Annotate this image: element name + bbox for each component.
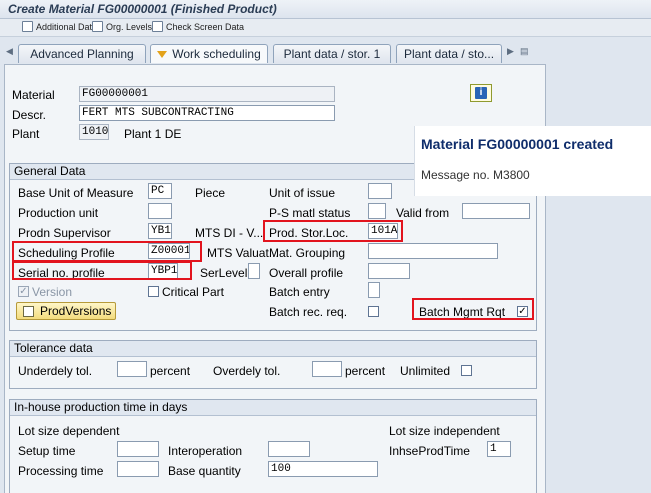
base-quantity-field[interactable]: 100 (268, 461, 378, 477)
critical-part-checkbox[interactable] (148, 286, 159, 297)
valid-from-label: Valid from (396, 206, 450, 220)
overdely-unit: percent (345, 364, 386, 378)
base-uom-field[interactable]: PC (148, 183, 172, 199)
org-levels-button[interactable]: Org. Levels (92, 21, 152, 32)
plant-name: Plant 1 DE (124, 127, 182, 141)
unit-issue-field[interactable] (368, 183, 392, 199)
inhse-prod-time-label: InhseProdTime (389, 444, 470, 458)
overdely-tol-label: Overdely tol. (213, 364, 281, 378)
batch-rec-req-checkbox[interactable] (368, 306, 379, 317)
serlevel-field[interactable] (248, 263, 260, 279)
additional-data-icon (22, 21, 33, 32)
unlimited-label: Unlimited (400, 364, 451, 378)
plant-label: Plant (12, 127, 40, 141)
prodn-supervisor-text: MTS DI - V... (195, 226, 264, 240)
base-uom-label: Base Unit of Measure (18, 186, 134, 200)
batch-entry-field[interactable] (368, 282, 380, 298)
prodn-supervisor-label: Prodn Supervisor (18, 226, 111, 240)
info-button[interactable]: i (470, 84, 492, 102)
org-levels-icon (92, 21, 103, 32)
check-screen-icon (152, 21, 163, 32)
material-field: FG00000001 (79, 86, 335, 102)
overall-profile-label: Overall profile (269, 266, 344, 280)
underdely-tol-label: Underdely tol. (18, 364, 93, 378)
tab-plant-data-stor-2[interactable]: Plant data / sto... (396, 44, 502, 63)
tab-scroll-right-icon[interactable]: ▶ (507, 46, 516, 60)
ps-matl-status-field[interactable] (368, 203, 386, 219)
tab-scroll-left-icon[interactable]: ◀ (6, 46, 15, 60)
interoperation-label: Interoperation (168, 444, 243, 458)
production-unit-field[interactable] (148, 203, 172, 219)
underdely-tol-field[interactable] (117, 361, 147, 377)
lot-size-dependent-label: Lot size dependent (18, 424, 120, 438)
tolerance-data-title: Tolerance data (10, 341, 536, 357)
processing-time-field[interactable] (117, 461, 159, 477)
version-checkbox: ✓ (18, 286, 29, 297)
inhouse-production-title: In-house production time in days (10, 400, 536, 416)
processing-time-label: Processing time (18, 464, 104, 478)
base-uom-text: Piece (195, 186, 226, 200)
info-icon: i (475, 87, 487, 99)
mat-grouping-label: Mat. Grouping (269, 246, 346, 260)
window-title: Create Material FG00000001 (Finished Pro… (8, 2, 277, 16)
setup-time-label: Setup time (18, 444, 76, 458)
prodversions-button[interactable]: ProdVersions (16, 302, 116, 320)
batch-entry-label: Batch entry (269, 285, 330, 299)
prodn-supervisor-field[interactable]: YB1 (148, 223, 172, 239)
serial-no-profile-highlight (12, 261, 192, 280)
additional-data-button[interactable]: Additional Data (22, 21, 97, 32)
setup-time-field[interactable] (117, 441, 159, 457)
tab-work-scheduling[interactable]: Work scheduling (150, 44, 268, 63)
status-message-popup: Material FG00000001 created Message no. … (414, 126, 651, 196)
valid-from-field[interactable] (462, 203, 530, 219)
batch-mgmt-rqt-highlight (412, 298, 534, 320)
plant-field: 1010 (79, 124, 109, 140)
unlimited-checkbox[interactable] (461, 365, 472, 376)
lot-size-independent-label: Lot size independent (389, 424, 500, 438)
description-field[interactable]: FERT MTS SUBCONTRACTING (79, 105, 335, 121)
critical-part-label: Critical Part (162, 285, 225, 299)
status-message-number: Message no. M3800 (421, 168, 530, 182)
production-unit-label: Production unit (18, 206, 99, 220)
serlevel-label: SerLevel (200, 266, 248, 280)
tab-list-icon[interactable]: ▤ (520, 46, 529, 60)
mat-grouping-field[interactable] (368, 243, 498, 259)
unit-issue-label: Unit of issue (269, 186, 336, 200)
status-message: Material FG00000001 created (421, 136, 614, 152)
selected-tab-marker-icon (157, 50, 168, 58)
overall-profile-field[interactable] (368, 263, 410, 279)
version-label: Version (32, 285, 73, 299)
batch-rec-req-label: Batch rec. req. (269, 305, 348, 319)
descr-label: Descr. (12, 108, 47, 122)
underdely-unit: percent (150, 364, 191, 378)
interoperation-field[interactable] (268, 441, 310, 457)
check-screen-data-button[interactable]: Check Screen Data (152, 21, 244, 32)
tab-plant-data-stor-1[interactable]: Plant data / stor. 1 (273, 44, 391, 63)
inhse-prod-time-field[interactable]: 1 (487, 441, 511, 457)
prodversions-icon (23, 305, 34, 317)
base-quantity-label: Base quantity (168, 464, 241, 478)
scheduling-profile-highlight (12, 241, 202, 262)
overdely-tol-field[interactable] (312, 361, 342, 377)
tab-advanced-planning[interactable]: Advanced Planning (18, 44, 146, 63)
ps-matl-status-label: P-S matl status (269, 206, 351, 220)
material-label: Material (12, 88, 55, 102)
prod-stor-loc-highlight (263, 220, 403, 242)
